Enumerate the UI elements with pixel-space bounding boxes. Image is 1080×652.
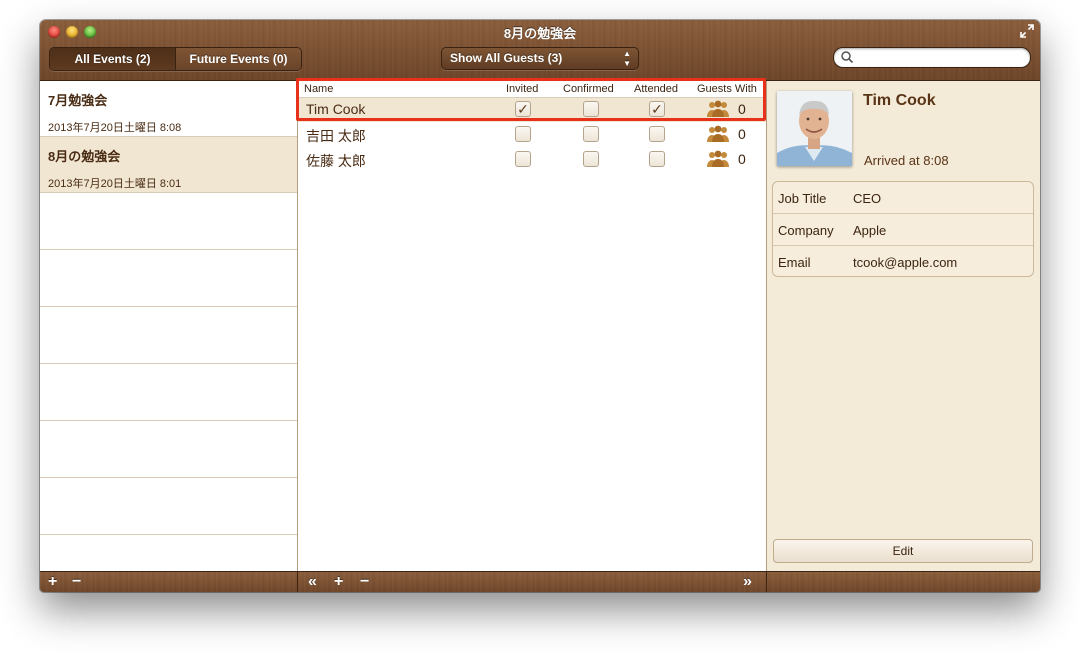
fullscreen-icon[interactable]: [1020, 24, 1034, 38]
empty-row: [40, 421, 297, 478]
col-confirmed[interactable]: Confirmed: [563, 83, 614, 95]
col-name[interactable]: Name: [304, 83, 333, 95]
field-value: tcook@apple.com: [853, 255, 958, 270]
guest-table: Name Invited Confirmed Attended Guests W…: [298, 81, 767, 571]
remove-event-button[interactable]: −: [72, 573, 81, 591]
event-item[interactable]: 7月勉強会 2013年7月20日土曜日 8:08: [40, 81, 297, 137]
contact-photo: [777, 91, 852, 166]
info-row-company: Company Apple: [773, 214, 1033, 246]
expand-right-button[interactable]: »: [743, 573, 752, 591]
tab-future-events[interactable]: Future Events (0): [175, 48, 301, 70]
guest-filter-select[interactable]: Show All Guests (3) ▲ ▼: [441, 47, 639, 70]
search-icon: [841, 51, 854, 64]
info-row-email: Email tcook@apple.com: [773, 246, 1033, 277]
col-attended[interactable]: Attended: [634, 83, 678, 95]
table-row[interactable]: 吉田 太郎 0: [298, 123, 766, 147]
remove-guest-button[interactable]: −: [360, 573, 369, 591]
event-date: 2013年7月20日土曜日 8:01: [48, 178, 182, 190]
guest-name: Tim Cook: [306, 101, 366, 117]
people-icon: [707, 100, 729, 117]
field-label: Email: [778, 255, 811, 270]
invited-checkbox[interactable]: ✓: [515, 101, 531, 117]
guest-name: 吉田 太郎: [306, 128, 366, 144]
event-title: 7月勉強会: [48, 93, 108, 108]
confirmed-checkbox[interactable]: [583, 101, 599, 117]
search-field[interactable]: [833, 47, 1031, 68]
tab-all-events[interactable]: All Events (2): [50, 48, 175, 70]
edit-button[interactable]: Edit: [773, 539, 1033, 563]
contact-info-box: Job Title CEO Company Apple Email tcook@…: [772, 181, 1034, 277]
attended-checkbox[interactable]: [649, 126, 665, 142]
divider: [297, 572, 298, 592]
contact-name: Tim Cook: [863, 92, 936, 109]
add-event-button[interactable]: +: [48, 573, 57, 591]
guests-with-count: 0: [738, 126, 746, 142]
updown-arrows-icon: ▲ ▼: [623, 49, 631, 68]
bottom-bar: + − « + − »: [40, 571, 1040, 592]
events-list: 7月勉強会 2013年7月20日土曜日 8:08 8月の勉強会 2013年7月2…: [40, 81, 298, 571]
window-title: 8月の勉強会: [503, 26, 577, 41]
guests-with-count: 0: [738, 151, 746, 167]
empty-row: [40, 364, 297, 421]
contact-detail-pane: Tim Cook Arrived at 8:08 Job Title CEO C…: [767, 81, 1040, 571]
guest-filter-label: Show All Guests (3): [450, 51, 563, 65]
table-row[interactable]: Tim Cook ✓ ✓ 0: [298, 98, 766, 122]
people-icon: [707, 125, 729, 142]
field-label: Job Title: [778, 191, 827, 206]
invited-checkbox[interactable]: [515, 126, 531, 142]
search-input[interactable]: [856, 49, 1025, 67]
attended-checkbox[interactable]: ✓: [649, 101, 665, 117]
col-guests-with[interactable]: Guests With: [697, 83, 757, 95]
guests-with-count: 0: [738, 101, 746, 117]
guest-name: 佐藤 太郎: [306, 153, 366, 169]
event-filter-tabs: All Events (2) Future Events (0): [49, 47, 302, 71]
toolbar: 8月の勉強会 All Events (2) Future Events (0) …: [40, 20, 1040, 81]
event-item-selected[interactable]: 8月の勉強会 2013年7月20日土曜日 8:01: [40, 137, 297, 193]
field-value: CEO: [853, 191, 882, 206]
col-invited[interactable]: Invited: [506, 83, 538, 95]
empty-row: [40, 250, 297, 307]
attended-checkbox[interactable]: [649, 151, 665, 167]
table-row[interactable]: 佐藤 太郎 0: [298, 148, 766, 172]
field-label: Company: [778, 223, 834, 238]
collapse-left-button[interactable]: «: [308, 573, 317, 591]
invited-checkbox[interactable]: [515, 151, 531, 167]
people-icon: [707, 150, 729, 167]
event-date: 2013年7月20日土曜日 8:08: [48, 122, 182, 134]
app-window: 8月の勉強会 All Events (2) Future Events (0) …: [40, 20, 1040, 592]
event-title: 8月の勉強会: [48, 149, 121, 164]
empty-row: [40, 193, 297, 250]
empty-row: [40, 478, 297, 535]
divider: [766, 572, 767, 592]
info-row-job-title: Job Title CEO: [773, 182, 1033, 214]
arrival-status: Arrived at 8:08: [864, 153, 949, 168]
table-header: Name Invited Confirmed Attended Guests W…: [298, 81, 766, 98]
empty-row: [40, 307, 297, 364]
confirmed-checkbox[interactable]: [583, 126, 599, 142]
add-guest-button[interactable]: +: [334, 573, 343, 591]
confirmed-checkbox[interactable]: [583, 151, 599, 167]
field-value: Apple: [853, 223, 887, 238]
